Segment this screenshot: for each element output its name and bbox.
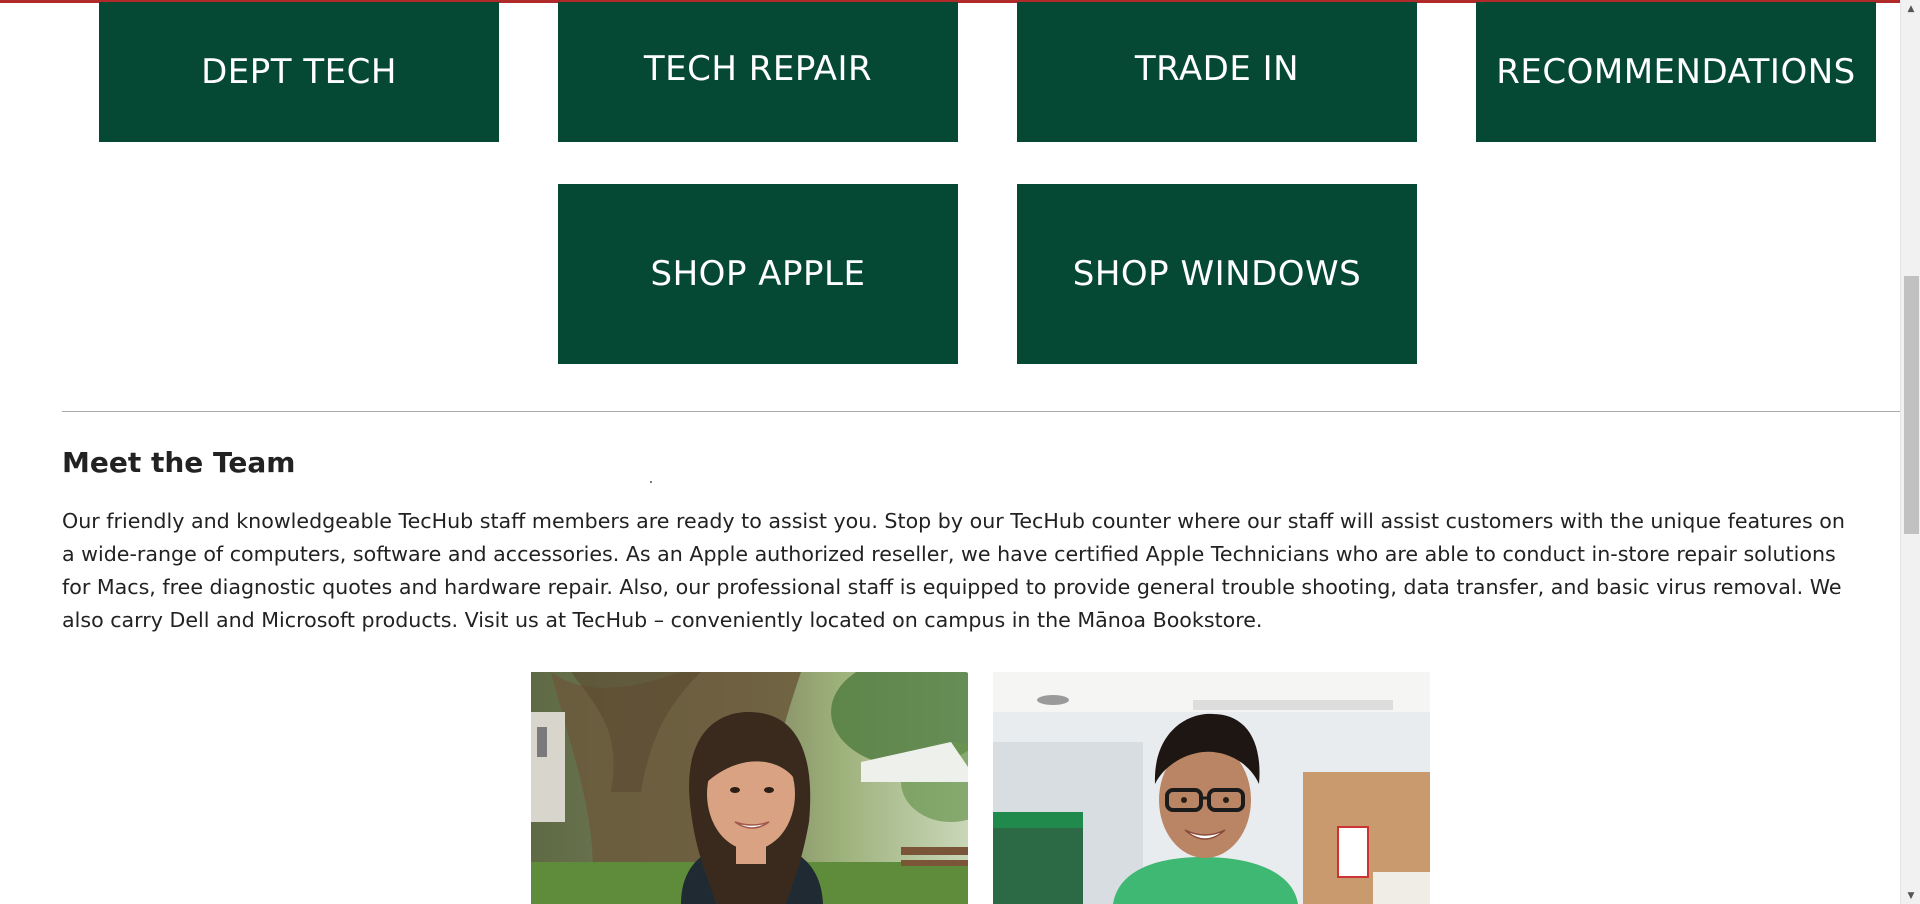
dept-tech-label: DEPT TECH (201, 52, 397, 92)
dept-tech-button[interactable]: DEPT TECH (99, 2, 499, 142)
staff-photo-2 (993, 672, 1430, 904)
stray-dot (650, 481, 652, 483)
shop-apple-label: SHOP APPLE (650, 254, 866, 294)
vertical-scrollbar[interactable]: ▲ ▼ (1900, 0, 1920, 904)
scroll-up-arrow-icon[interactable]: ▲ (1901, 0, 1920, 17)
team-description: Our friendly and knowledgeable TecHub st… (62, 509, 1845, 632)
page: DEPT TECH TECH REPAIR TRADE IN RECOMMEND… (0, 0, 1900, 904)
trade-in-button[interactable]: TRADE IN (1017, 2, 1417, 142)
scroll-down-arrow-icon[interactable]: ▼ (1901, 887, 1920, 904)
tech-repair-label: TECH REPAIR (643, 49, 873, 89)
tech-repair-button[interactable]: TECH REPAIR (558, 2, 958, 142)
section-divider (62, 411, 1900, 412)
shop-windows-button[interactable]: SHOP WINDOWS (1017, 184, 1417, 364)
shop-apple-button[interactable]: SHOP APPLE (558, 184, 958, 364)
trade-in-label: TRADE IN (1134, 49, 1300, 89)
scrollbar-thumb[interactable] (1904, 276, 1919, 534)
recommendations-button[interactable]: RECOMMENDATIONS (1476, 2, 1876, 142)
recommendations-label: RECOMMENDATIONS (1496, 52, 1856, 92)
shop-windows-label: SHOP WINDOWS (1072, 254, 1362, 294)
meet-the-team-heading: Meet the Team (62, 446, 296, 479)
staff-photo-1 (531, 672, 968, 904)
